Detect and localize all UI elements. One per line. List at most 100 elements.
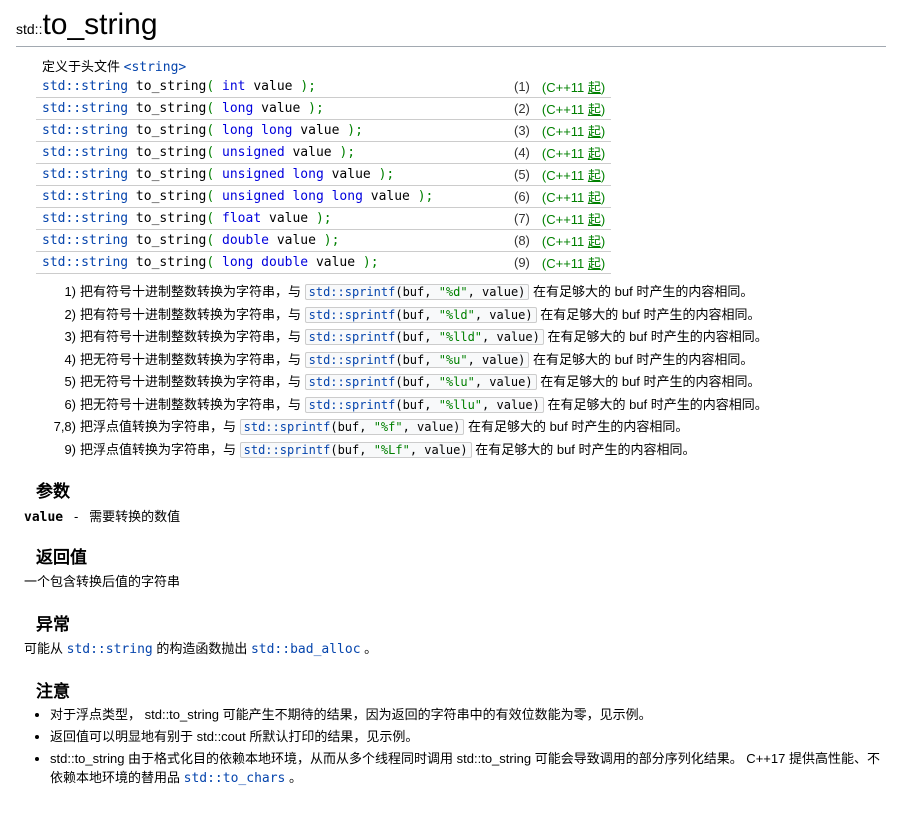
declaration-row: std::string to_string( unsigned value );… [36, 142, 611, 164]
link-cxx11[interactable]: 起 [588, 102, 601, 117]
link-sprintf[interactable]: std::sprintf [309, 375, 396, 389]
declaration-number: (2) [508, 98, 536, 120]
declaration-row: std::string to_string( unsigned long lon… [36, 186, 611, 208]
description-row: 3)把有符号十进制整数转换为字符串，与 std::sprintf(buf, "%… [46, 327, 856, 347]
declaration-row: std::string to_string( float value );(7)… [36, 208, 611, 230]
description-row: 5)把无符号十进制整数转换为字符串，与 std::sprintf(buf, "%… [46, 372, 856, 392]
note-item: 返回值可以明显地有别于 std::cout 所默认打印的结果，见示例。 [50, 728, 886, 746]
link-std-string[interactable]: std::string [67, 642, 153, 657]
description-number: 2) [46, 305, 76, 325]
declaration-row: std::string to_string( long value );(2)(… [36, 98, 611, 120]
link-cxx11[interactable]: 起 [588, 168, 601, 183]
declaration-number: (7) [508, 208, 536, 230]
header-link[interactable]: <string> [124, 60, 187, 75]
declaration-version: (C++11 起) [536, 208, 611, 230]
declaration-signature: std::string to_string( unsigned value ); [36, 142, 508, 164]
param-desc: 需要转换的数值 [89, 509, 180, 524]
param-name: value [24, 510, 63, 525]
declaration-row: std::string to_string( unsigned long val… [36, 164, 611, 186]
declaration-version: (C++11 起) [536, 142, 611, 164]
link-cxx11[interactable]: 起 [588, 80, 601, 95]
link-return-type[interactable]: std::string [42, 233, 128, 248]
declaration-version: (C++11 起) [536, 120, 611, 142]
description-row: 1)把有符号十进制整数转换为字符串，与 std::sprintf(buf, "%… [46, 282, 856, 302]
link-return-type[interactable]: std::string [42, 123, 128, 138]
link-to-chars[interactable]: std::to_chars [184, 771, 286, 786]
declaration-version: (C++11 起) [536, 164, 611, 186]
link-sprintf[interactable]: std::sprintf [309, 398, 396, 412]
declaration-row: std::string to_string( long double value… [36, 252, 611, 274]
link-return-type[interactable]: std::string [42, 79, 128, 94]
declaration-signature: std::string to_string( float value ); [36, 208, 508, 230]
link-sprintf[interactable]: std::sprintf [244, 420, 331, 434]
link-sprintf[interactable]: std::sprintf [244, 443, 331, 457]
declaration-number: (5) [508, 164, 536, 186]
link-cxx11[interactable]: 起 [588, 146, 601, 161]
link-return-type[interactable]: std::string [42, 167, 128, 182]
section-notes-heading: 注意 [36, 677, 886, 702]
description-number: 5) [46, 372, 76, 392]
declaration-version: (C++11 起) [536, 252, 611, 274]
declaration-signature: std::string to_string( unsigned long lon… [36, 186, 508, 208]
code-inline: std::sprintf(buf, "%Lf", value) [240, 442, 472, 458]
description-list: 1)把有符号十进制整数转换为字符串，与 std::sprintf(buf, "%… [46, 282, 856, 459]
code-inline: std::sprintf(buf, "%f", value) [240, 419, 465, 435]
declaration-row: std::string to_string( int value );(1)(C… [36, 76, 611, 98]
link-sprintf[interactable]: std::sprintf [309, 285, 396, 299]
declaration-number: (6) [508, 186, 536, 208]
description-number: 4) [46, 350, 76, 370]
link-return-type[interactable]: std::string [42, 211, 128, 226]
link-return-type[interactable]: std::string [42, 145, 128, 160]
declaration-signature: std::string to_string( long double value… [36, 252, 508, 274]
declaration-number: (1) [508, 76, 536, 98]
declaration-number: (9) [508, 252, 536, 274]
title-prefix: std:: [16, 21, 42, 37]
link-return-type[interactable]: std::string [42, 255, 128, 270]
link-cxx11[interactable]: 起 [588, 190, 601, 205]
header-defined-in: 定义于头文件 <string> [36, 55, 611, 76]
declaration-signature: std::string to_string( double value ); [36, 230, 508, 252]
description-number: 3) [46, 327, 76, 347]
description-row: 7,8)把浮点值转换为字符串，与 std::sprintf(buf, "%f",… [46, 417, 856, 437]
declaration-signature: std::string to_string( long long value )… [36, 120, 508, 142]
declaration-number: (8) [508, 230, 536, 252]
link-cxx11[interactable]: 起 [588, 124, 601, 139]
description-number: 9) [46, 440, 76, 460]
declaration-table: 定义于头文件 <string> std::string to_string( i… [36, 55, 611, 274]
link-sprintf[interactable]: std::sprintf [309, 308, 396, 322]
description-row: 9)把浮点值转换为字符串，与 std::sprintf(buf, "%Lf", … [46, 440, 856, 460]
link-sprintf[interactable]: std::sprintf [309, 353, 396, 367]
declaration-signature: std::string to_string( long value ); [36, 98, 508, 120]
declaration-number: (4) [508, 142, 536, 164]
description-number: 7,8) [46, 417, 76, 437]
code-inline: std::sprintf(buf, "%lu", value) [305, 374, 537, 390]
note-item: 对于浮点类型， std::to_string 可能产生不期待的结果，因为返回的字… [50, 706, 886, 724]
link-return-type[interactable]: std::string [42, 101, 128, 116]
code-inline: std::sprintf(buf, "%u", value) [305, 352, 530, 368]
description-row: 2)把有符号十进制整数转换为字符串，与 std::sprintf(buf, "%… [46, 305, 856, 325]
page-title: std::to_string [16, 8, 886, 47]
param-row: value - 需要转换的数值 [24, 506, 886, 525]
link-cxx11[interactable]: 起 [588, 234, 601, 249]
declaration-signature: std::string to_string( int value ); [36, 76, 508, 98]
declaration-version: (C++11 起) [536, 186, 611, 208]
declaration-signature: std::string to_string( unsigned long val… [36, 164, 508, 186]
section-params-heading: 参数 [36, 477, 886, 502]
except-text: 可能从 std::string 的构造函数抛出 std::bad_alloc 。 [24, 639, 886, 660]
code-inline: std::sprintf(buf, "%lld", value) [305, 329, 544, 345]
section-except-heading: 异常 [36, 610, 886, 635]
code-inline: std::sprintf(buf, "%d", value) [305, 284, 530, 300]
link-return-type[interactable]: std::string [42, 189, 128, 204]
description-number: 1) [46, 282, 76, 302]
return-text: 一个包含转换后值的字符串 [24, 572, 886, 592]
code-inline: std::sprintf(buf, "%llu", value) [305, 397, 544, 413]
link-sprintf[interactable]: std::sprintf [309, 330, 396, 344]
link-bad-alloc[interactable]: std::bad_alloc [251, 642, 361, 657]
link-cxx11[interactable]: 起 [588, 212, 601, 227]
code-inline: std::sprintf(buf, "%ld", value) [305, 307, 537, 323]
title-name: to_string [42, 8, 157, 41]
link-cxx11[interactable]: 起 [588, 256, 601, 271]
declaration-number: (3) [508, 120, 536, 142]
description-row: 6)把无符号十进制整数转换为字符串，与 std::sprintf(buf, "%… [46, 395, 856, 415]
declaration-version: (C++11 起) [536, 230, 611, 252]
